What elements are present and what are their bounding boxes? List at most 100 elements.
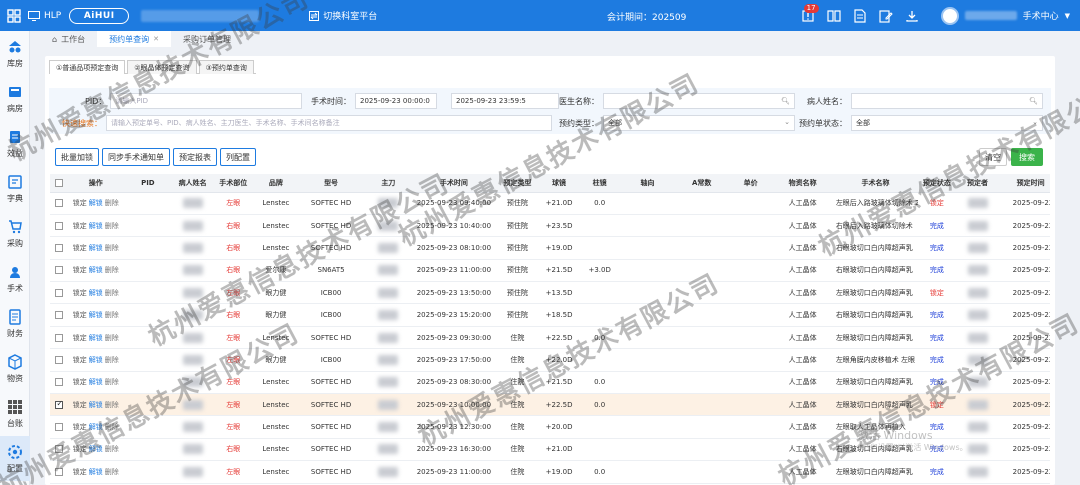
table-row[interactable]: 锁定解锁删除左眼LenstecSOFTEC HD2025-09-23 10:00…: [50, 393, 1050, 417]
switch-department-button[interactable]: 切换科室平台: [309, 9, 377, 22]
delete-link[interactable]: 删除: [105, 244, 119, 252]
start-time-input[interactable]: 2025-09-23 00:00:0: [355, 93, 437, 109]
tab-workbench[interactable]: ⌂ 工作台: [40, 31, 97, 47]
search-button[interactable]: 搜索: [1011, 148, 1043, 166]
patient-input[interactable]: 🔍︎: [851, 93, 1043, 109]
delete-link[interactable]: 删除: [105, 445, 119, 453]
table-row[interactable]: 锁定 解锁 删除 右眼 Lenstec SOFTEC HD 2025-09-23 08:10…: [50, 236, 1050, 260]
unlock-link[interactable]: 解锁: [89, 356, 103, 364]
report-button[interactable]: 预定报表: [173, 148, 217, 166]
lock-link[interactable]: 锁定: [73, 199, 87, 207]
row-checkbox[interactable]: [50, 192, 69, 215]
unlock-link[interactable]: 解锁: [89, 199, 103, 207]
unlock-link[interactable]: 解锁: [89, 244, 103, 252]
doctor-input[interactable]: 🔍︎: [603, 93, 795, 109]
table-row[interactable]: 锁定 解锁 删除 右眼 爱尔康 SN6AT5 2025-09-23 11:00:00 预住院 +…: [50, 259, 1050, 283]
sidebar-item-dictionary[interactable]: 字典: [0, 166, 30, 211]
lock-link[interactable]: 锁定: [73, 423, 87, 431]
column-config-button[interactable]: 列配置: [220, 148, 256, 166]
lock-link[interactable]: 锁定: [73, 356, 87, 364]
lock-link[interactable]: 锁定: [73, 311, 87, 319]
download-icon[interactable]: [899, 0, 925, 31]
table-row[interactable]: 锁定 解锁 删除 左眼 Lenstec SOFTEC HD 2025-09-23 12:30…: [50, 415, 1050, 439]
lock-link[interactable]: 锁定: [73, 468, 87, 476]
unlock-link[interactable]: 解锁: [89, 445, 103, 453]
unlock-link[interactable]: 解锁: [89, 266, 103, 274]
close-icon[interactable]: ✕: [153, 35, 159, 43]
status-select[interactable]: 全部 ⌄: [851, 115, 1043, 131]
lock-link[interactable]: 锁定: [73, 401, 87, 409]
unlock-link[interactable]: 解锁: [89, 423, 103, 431]
lock-link[interactable]: 锁定: [73, 266, 87, 274]
batch-lock-button[interactable]: 批量加锁: [55, 148, 99, 166]
row-checkbox[interactable]: [50, 460, 69, 484]
table-row[interactable]: 锁定 解锁 删除 左眼 眼力健 ICB00 2025-09-23 13:50:00 预住院 +1…: [50, 281, 1050, 305]
row-checkbox[interactable]: [50, 371, 69, 395]
lock-link[interactable]: 锁定: [73, 289, 87, 297]
col-header[interactable]: PID: [122, 174, 173, 193]
sync-notice-button[interactable]: 同步手术通知单: [102, 148, 170, 166]
table-row[interactable]: 锁定 解锁 删除 左眼 Lenstec SOFTEC HD 2025-09-23 11:00…: [50, 460, 1050, 484]
delete-link[interactable]: 删除: [105, 311, 119, 319]
delete-link[interactable]: 删除: [105, 334, 119, 342]
delete-link[interactable]: 删除: [105, 401, 119, 409]
notification-icon[interactable]: 17: [795, 0, 821, 31]
row-checkbox[interactable]: [50, 438, 69, 462]
lock-link[interactable]: 锁定: [73, 244, 87, 252]
unlock-link[interactable]: 解锁: [89, 311, 103, 319]
sidebar-item-purchase[interactable]: 采购: [0, 211, 30, 256]
row-checkbox[interactable]: [50, 303, 69, 327]
lock-link[interactable]: 锁定: [73, 445, 87, 453]
user-menu[interactable]: 手术中心 ▼: [940, 6, 1080, 25]
sidebar-item-material[interactable]: 物资: [0, 346, 30, 391]
lock-link[interactable]: 锁定: [73, 222, 87, 230]
row-checkbox[interactable]: [50, 281, 69, 305]
table-row[interactable]: 锁定 解锁 删除 左眼 Lenstec SOFTEC HD 2025-09-23 08:30…: [50, 371, 1050, 395]
row-checkbox[interactable]: [50, 214, 69, 238]
table-row[interactable]: 锁定 解锁 删除 右眼 Lenstec SOFTEC HD 2025-09-23 16:30…: [50, 438, 1050, 462]
edit-icon[interactable]: [873, 0, 899, 31]
sidebar-item-config[interactable]: 配置: [0, 436, 30, 481]
row-checkbox[interactable]: [50, 326, 69, 350]
end-time-input[interactable]: 2025-09-23 23:59:5: [451, 93, 559, 109]
subtab-lens-items[interactable]: ②眼晶体预定查询: [127, 60, 197, 74]
delete-link[interactable]: 删除: [105, 356, 119, 364]
sidebar-item-finance[interactable]: 财务: [0, 301, 30, 346]
quick-search-input[interactable]: 请输入预定单号、PID、病人姓名、主刀医生、手术名称、手术间名称备注: [106, 115, 552, 131]
book-icon[interactable]: [821, 0, 847, 31]
row-checkbox[interactable]: [50, 348, 69, 372]
table-row[interactable]: 锁定 解锁 删除 右眼 Lenstec SOFTEC HD 2025-09-23 10:40…: [50, 214, 1050, 238]
unlock-link[interactable]: 解锁: [89, 468, 103, 476]
row-checkbox[interactable]: [50, 415, 69, 439]
delete-link[interactable]: 删除: [105, 222, 119, 230]
table-row[interactable]: 锁定 解锁 删除 左眼 Lenstec SOFTEC HD 2025-09-23 09:30…: [50, 326, 1050, 350]
tab-purchase-order[interactable]: 采购订单管理: [171, 31, 243, 47]
table-row[interactable]: 锁定 解锁 删除 左眼 眼力健 ICB00 2025-09-23 17:50:00 住院 +22…: [50, 348, 1050, 372]
select-all-checkbox[interactable]: [50, 174, 69, 193]
unlock-link[interactable]: 解锁: [89, 334, 103, 342]
sidebar-item-benefit[interactable]: 效益: [0, 121, 30, 166]
unlock-link[interactable]: 解锁: [89, 378, 103, 386]
app-grid-icon[interactable]: [0, 0, 28, 31]
row-checkbox[interactable]: [50, 393, 69, 417]
row-checkbox[interactable]: [50, 236, 69, 260]
delete-link[interactable]: 删除: [105, 199, 119, 207]
delete-link[interactable]: 删除: [105, 289, 119, 297]
delete-link[interactable]: 删除: [105, 468, 119, 476]
delete-link[interactable]: 删除: [105, 378, 119, 386]
delete-link[interactable]: 删除: [105, 266, 119, 274]
type-select[interactable]: 全部 ⌄: [603, 115, 795, 131]
sidebar-item-ledger[interactable]: 台账: [0, 391, 30, 436]
row-checkbox[interactable]: [50, 259, 69, 283]
pid-input[interactable]: 请输入PID: [110, 93, 303, 109]
subtab-reservations[interactable]: ③预约单查询: [198, 60, 254, 74]
clear-button[interactable]: 清空: [979, 148, 1007, 166]
subtab-normal-items[interactable]: ①普通品项预定查询: [49, 60, 126, 74]
lock-link[interactable]: 锁定: [73, 334, 87, 342]
unlock-link[interactable]: 解锁: [89, 401, 103, 409]
sidebar-item-warehouse[interactable]: 库房: [0, 31, 30, 76]
table-row[interactable]: 锁定 解锁 删除 右眼 眼力健 ICB00 2025-09-23 15:20:00 预住院 +1…: [50, 303, 1050, 327]
sidebar-item-surgery[interactable]: 手术: [0, 256, 30, 301]
table-row[interactable]: 锁定 解锁 删除 左眼 Lenstec SOFTEC HD 2025-09-23 09:40…: [50, 192, 1050, 215]
delete-link[interactable]: 删除: [105, 423, 119, 431]
